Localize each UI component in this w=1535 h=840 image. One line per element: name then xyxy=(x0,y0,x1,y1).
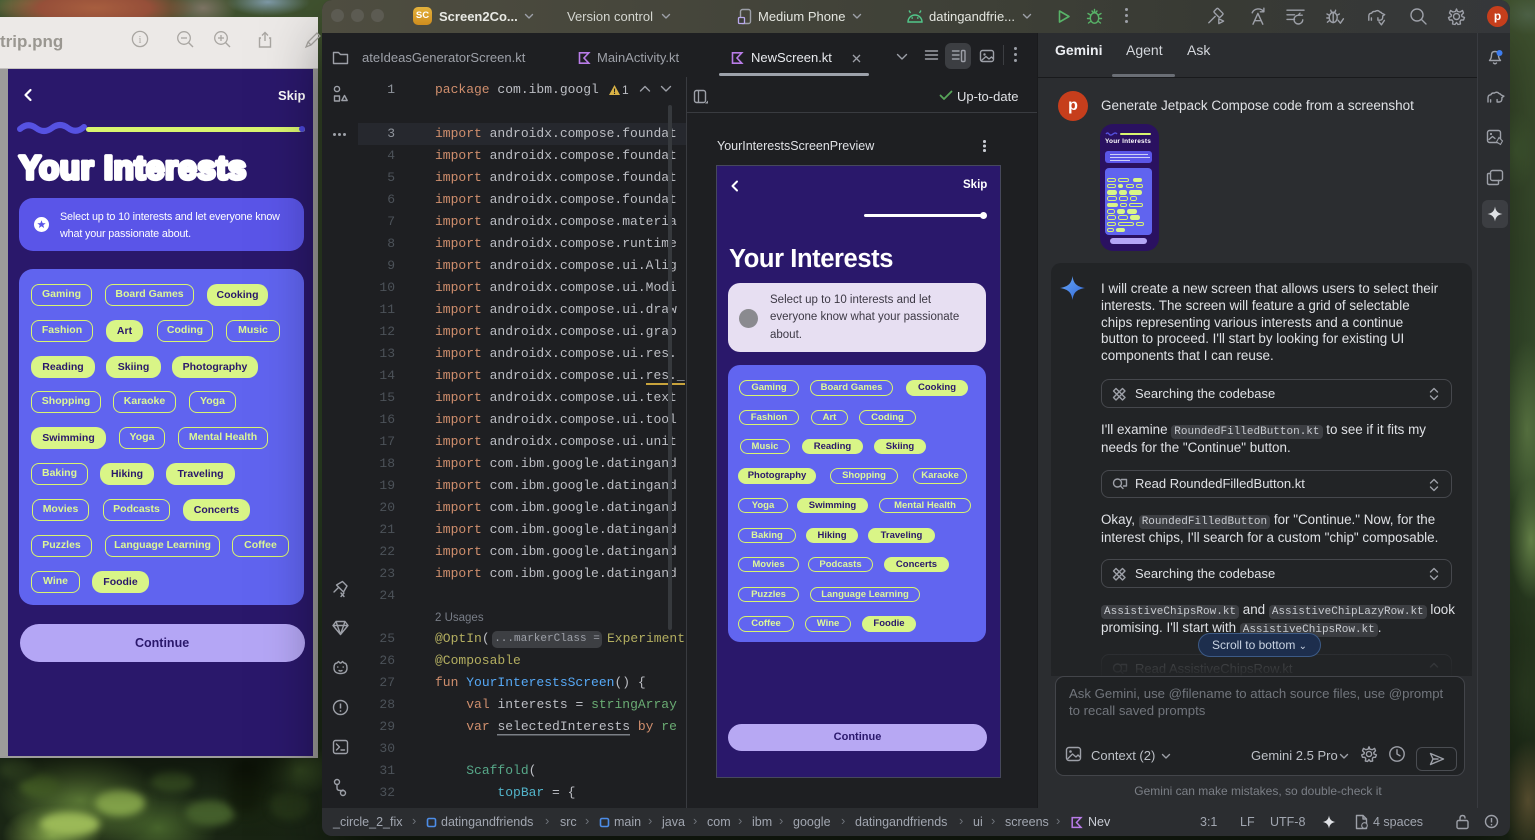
svg-text:i: i xyxy=(139,35,142,46)
svg-text:!: ! xyxy=(612,88,617,96)
svg-text:Your Interests: Your Interests xyxy=(19,149,247,186)
